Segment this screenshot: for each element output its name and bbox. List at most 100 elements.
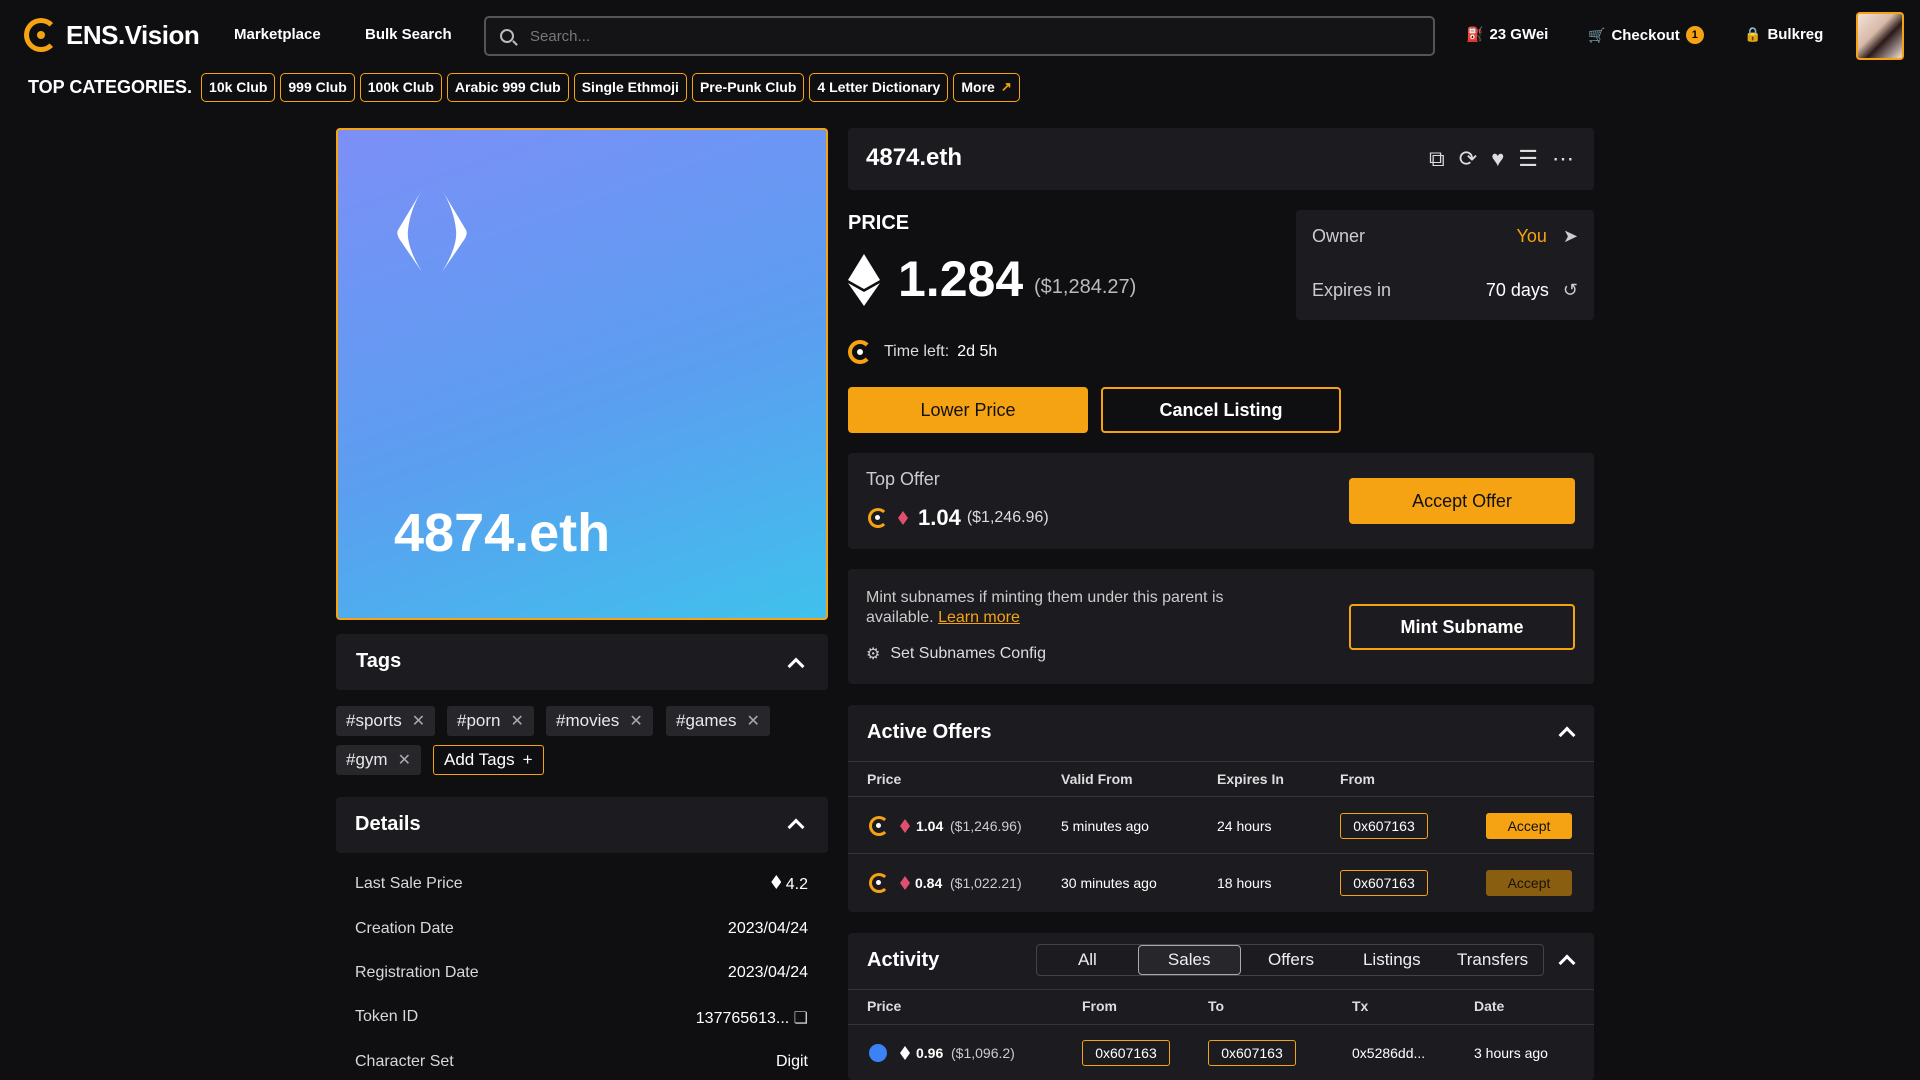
close-icon[interactable]: ✕: [412, 711, 425, 731]
column-header: Tx: [1352, 998, 1369, 1014]
ens-vision-logo-icon: [24, 18, 58, 52]
listing-price: 1.284: [898, 251, 1024, 307]
ens-logo-icon: [397, 190, 467, 272]
divider: [848, 796, 1594, 797]
tab-offers[interactable]: Offers: [1241, 945, 1342, 975]
detail-label: Creation Date: [355, 920, 454, 937]
details-title: Details: [355, 813, 421, 835]
detail-value: 137765613... ❏: [696, 1008, 808, 1028]
heart-icon[interactable]: ♥: [1491, 146, 1504, 172]
more-categories-button[interactable]: More ↗: [953, 72, 1020, 102]
search-icon: [500, 29, 514, 43]
detail-label: Last Sale Price: [355, 875, 463, 892]
search-bar[interactable]: [484, 16, 1435, 56]
send-icon[interactable]: ➤: [1563, 226, 1578, 247]
copy-icon[interactable]: ❏: [794, 1010, 808, 1027]
tags-header[interactable]: Tags: [336, 634, 828, 690]
nav-bulk-search[interactable]: Bulk Search: [365, 26, 452, 43]
top-offer-price: 1.04: [918, 505, 961, 530]
eth-icon: [848, 254, 880, 306]
detail-row: Registration Date 2023/04/24: [355, 964, 808, 982]
listing-price-usd: ($1,284.27): [1034, 276, 1137, 298]
tab-transfers[interactable]: Transfers: [1442, 945, 1543, 975]
learn-more-link[interactable]: Learn more: [938, 609, 1020, 626]
tab-all[interactable]: All: [1037, 945, 1138, 975]
category-chip[interactable]: Pre-Punk Club: [691, 72, 805, 102]
category-chip[interactable]: 10k Club: [201, 72, 276, 102]
column-header: Price: [867, 998, 902, 1014]
close-icon[interactable]: ✕: [629, 711, 642, 731]
lock-icon: 🔒: [1744, 26, 1762, 42]
cancel-listing-button[interactable]: Cancel Listing: [1101, 387, 1341, 433]
detail-label: Character Set: [355, 1053, 454, 1070]
domain-name: 4874.eth: [866, 144, 963, 171]
more-options-icon[interactable]: ⋯: [1552, 146, 1574, 172]
active-offers-title: Active Offers: [867, 721, 992, 743]
tab-listings[interactable]: Listings: [1341, 945, 1442, 975]
category-chip[interactable]: 4 Letter Dictionary: [809, 72, 949, 102]
category-chip[interactable]: 999 Club: [280, 72, 355, 102]
divider: [848, 1024, 1594, 1025]
top-bar: ENS.Vision Marketplace Bulk Search ⛽ 23 …: [0, 0, 1920, 72]
chevron-up-icon[interactable]: [787, 657, 805, 675]
close-icon[interactable]: ✕: [746, 711, 759, 731]
accept-button[interactable]: Accept: [1486, 813, 1572, 839]
owner-row: Owner You ➤: [1312, 226, 1578, 247]
time-left-value: 2d 5h: [957, 343, 998, 360]
offer-from-address[interactable]: 0x607163: [1340, 870, 1428, 896]
plus-icon: +: [522, 750, 533, 769]
category-chip[interactable]: Single Ethmoji: [573, 72, 687, 102]
mint-subname-button[interactable]: Mint Subname: [1349, 604, 1575, 650]
close-icon[interactable]: ✕: [398, 750, 411, 770]
accept-offer-button[interactable]: Accept Offer: [1349, 478, 1575, 524]
activity-tabs: All Sales Offers Listings Transfers: [1036, 944, 1544, 976]
domain-card-image: 4874.eth: [336, 128, 828, 620]
card-domain-name: 4874.eth: [394, 503, 611, 563]
tag-chip: #movies ✕: [546, 706, 653, 736]
gas-indicator: ⛽ 23 GWei: [1466, 26, 1548, 43]
accept-button[interactable]: Accept: [1486, 870, 1572, 896]
detail-label: Token ID: [355, 1008, 419, 1025]
detail-row: Token ID 137765613... ❏: [355, 1008, 808, 1028]
share-icon[interactable]: ⧉: [1429, 146, 1445, 172]
add-tags-button[interactable]: Add Tags +: [433, 745, 544, 775]
category-chip[interactable]: 100k Club: [359, 72, 442, 102]
refresh-icon[interactable]: ⟳: [1459, 146, 1477, 172]
detail-value: Digit: [775, 1053, 808, 1070]
brand-logo[interactable]: ENS.Vision: [24, 18, 200, 52]
set-subnames-config-label: Set Subnames Config: [890, 645, 1046, 662]
tag-label: #games: [676, 711, 737, 730]
chevron-up-icon[interactable]: [787, 818, 805, 836]
lower-price-button[interactable]: Lower Price: [848, 387, 1088, 433]
offer-price: 1.04: [916, 818, 944, 834]
nav-marketplace[interactable]: Marketplace: [234, 26, 321, 43]
details-header[interactable]: Details: [336, 797, 828, 853]
history-icon[interactable]: ↺: [1563, 280, 1578, 301]
checkout-button[interactable]: 🛒 Checkout 1: [1588, 26, 1704, 44]
sale-from-address[interactable]: 0x607163: [1082, 1040, 1170, 1066]
close-icon[interactable]: ✕: [510, 711, 523, 731]
sale-to-address[interactable]: 0x607163: [1208, 1040, 1296, 1066]
layers-icon[interactable]: ☰: [1518, 146, 1538, 172]
domain-title-bar: 4874.eth ⧉ ⟳ ♥ ☰ ⋯: [848, 128, 1594, 190]
tag-label: #porn: [457, 711, 501, 730]
detail-value: 4.2: [771, 875, 808, 894]
offer-from-address[interactable]: 0x607163: [1340, 813, 1428, 839]
owner-box: Owner You ➤ Expires in 70 days ↺: [1296, 210, 1594, 320]
sale-tx[interactable]: 0x5286dd...: [1352, 1045, 1425, 1061]
tag-label: #gym: [346, 750, 388, 769]
ens-vision-marketplace-icon: [869, 816, 889, 836]
avatar[interactable]: [1856, 12, 1904, 60]
bulkreg-button[interactable]: 🔒 Bulkreg: [1744, 26, 1823, 43]
tab-sales[interactable]: Sales: [1137, 945, 1241, 975]
brand-name: ENS.Vision: [66, 19, 200, 50]
set-subnames-config[interactable]: ⚙ Set Subnames Config: [866, 644, 1046, 664]
detail-row: Character Set Digit: [355, 1053, 808, 1071]
tag-label: #sports: [346, 711, 402, 730]
divider: [848, 989, 1594, 990]
search-input[interactable]: [530, 27, 1410, 45]
last-sale-value: 4.2: [785, 876, 808, 893]
owner-value[interactable]: You: [1517, 226, 1547, 247]
column-header: Expires In: [1217, 771, 1284, 787]
category-chip[interactable]: Arabic 999 Club: [446, 72, 569, 102]
